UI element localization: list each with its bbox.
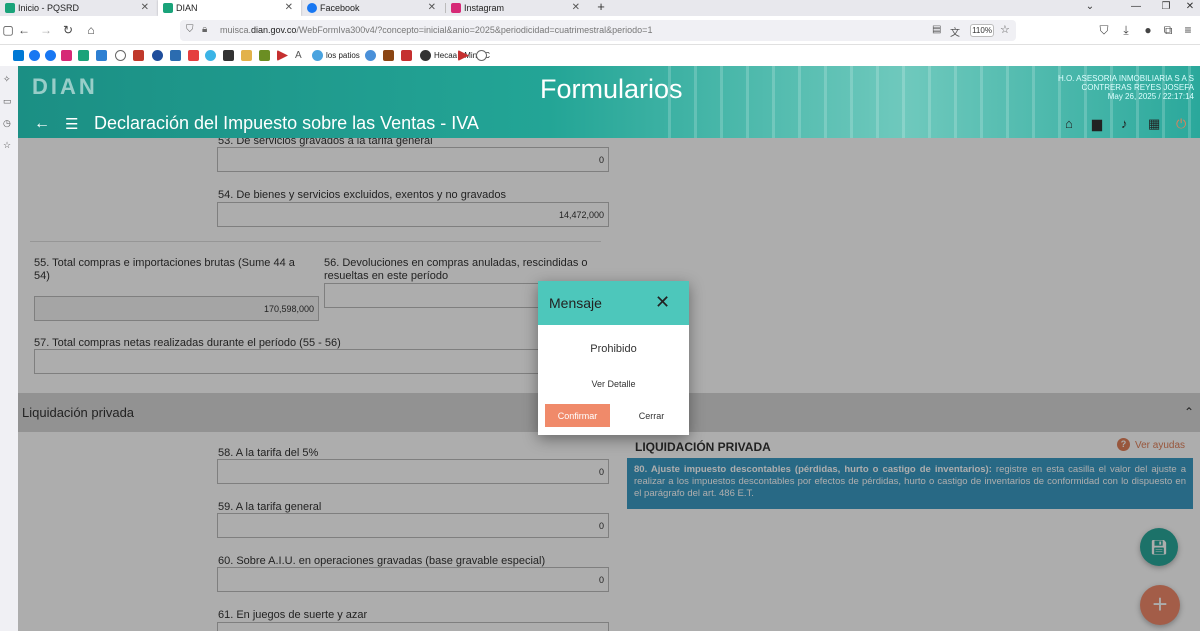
- instagram-icon: [451, 3, 461, 13]
- los-patios-icon[interactable]: [312, 50, 323, 61]
- back-arrow-icon[interactable]: ←: [34, 115, 50, 133]
- confirm-button[interactable]: Confirmar: [545, 404, 610, 427]
- bell-icon[interactable]: ♪: [1121, 116, 1128, 131]
- tab-list-chevron-icon[interactable]: ⌄: [1080, 1, 1100, 12]
- f-bookmark-icon[interactable]: [188, 50, 199, 61]
- ver-detalle-link[interactable]: Ver Detalle: [538, 379, 689, 389]
- menu-hamburger-icon[interactable]: ☰: [65, 115, 78, 133]
- outlook-bookmark-icon[interactable]: [13, 50, 24, 61]
- tab-instagram[interactable]: Instagram ✕: [446, 0, 588, 16]
- tab-dian[interactable]: DIAN ✕: [158, 0, 301, 16]
- maximize-icon[interactable]: ❐: [1156, 1, 1176, 12]
- calendar-icon[interactable]: ▦: [1148, 116, 1160, 132]
- instagram-bookmark-icon[interactable]: [61, 50, 72, 61]
- dian-bookmark-icon[interactable]: [78, 50, 89, 61]
- pocket-icon[interactable]: ⛉: [1096, 23, 1112, 38]
- tab-inicio-pqsrd[interactable]: Inicio - PQSRD ✕: [0, 0, 157, 16]
- dialog-title: Mensaje: [549, 295, 602, 311]
- zoom-level-badge[interactable]: 110%: [970, 24, 994, 37]
- app-header: DIAN Formularios H.O. ASESORIA INMOBILIA…: [18, 66, 1200, 138]
- menu-hamburger-icon[interactable]: ≡: [1180, 23, 1196, 37]
- flag-bookmark-icon[interactable]: [401, 50, 412, 61]
- facebook-bookmark-icon[interactable]: [29, 50, 40, 61]
- extensions-icon[interactable]: ⧉: [1160, 23, 1176, 38]
- bank-bookmark-icon[interactable]: [133, 50, 144, 61]
- url-text[interactable]: muisca.dian.gov.co/WebFormIva300v4/?conc…: [220, 25, 652, 35]
- close-window-icon[interactable]: ✕: [1180, 1, 1200, 12]
- seal-bookmark-icon[interactable]: [383, 50, 394, 61]
- z-bookmark-icon[interactable]: [170, 50, 181, 61]
- close-icon[interactable]: ✕: [572, 2, 580, 13]
- user-name: CONTRERAS REYES JOSEFA: [1081, 83, 1194, 92]
- bookmarks-icon[interactable]: ☆: [3, 140, 11, 151]
- bookmark-star-icon[interactable]: ☆: [1000, 23, 1010, 36]
- tabs-icon[interactable]: ▭: [3, 96, 12, 107]
- close-icon[interactable]: ✕: [141, 2, 149, 13]
- app-bookmark-icon[interactable]: [223, 50, 234, 61]
- folder-bookmark-icon[interactable]: [241, 50, 252, 61]
- close-icon[interactable]: ✕: [428, 2, 436, 13]
- sidebar-toggle-icon[interactable]: ▢: [0, 23, 16, 37]
- message-dialog: Mensaje ✕ Prohibido Ver Detalle Confirma…: [538, 281, 689, 435]
- facebook-icon: [307, 3, 317, 13]
- session-datetime: May 26, 2025 / 22:17:14: [1107, 92, 1194, 101]
- form-title: Declaración del Impuesto sobre las Venta…: [94, 113, 479, 133]
- cerrar-button[interactable]: Cerrar: [624, 404, 679, 427]
- dian-icon: [163, 3, 173, 13]
- pqsrd-icon: [5, 3, 15, 13]
- edge-bookmark-icon[interactable]: [365, 50, 376, 61]
- play-bookmark-icon[interactable]: [277, 50, 288, 61]
- history-icon[interactable]: ◷: [3, 118, 11, 129]
- bookmark-los-patios[interactable]: los patios: [326, 51, 360, 60]
- dialog-header: Mensaje ✕: [538, 281, 689, 325]
- font-bookmark-icon[interactable]: A: [295, 50, 306, 61]
- cloud-hecaa-icon[interactable]: [420, 50, 431, 61]
- browser-sidebar: ✧ ▭ ◷ ☆: [0, 66, 18, 631]
- new-tab-button[interactable]: +: [591, 0, 611, 14]
- company-name: H.O. ASESORIA INMOBILIARIA S A S: [1057, 74, 1194, 83]
- close-icon[interactable]: ✕: [655, 292, 670, 313]
- extension-icon[interactable]: ✧: [3, 74, 11, 85]
- globe-bookmark-icon[interactable]: [115, 50, 126, 61]
- account-icon[interactable]: ●: [1140, 23, 1156, 37]
- dian-logo: DIAN: [32, 74, 98, 99]
- lock-icon[interactable]: 🔒︎: [202, 24, 207, 35]
- reload-icon[interactable]: ↻: [60, 23, 76, 37]
- bookmarks-toolbar: A los patios Hecaa - MinTIC: [0, 45, 1200, 66]
- header-title: Formularios: [540, 74, 683, 104]
- home-icon[interactable]: ⌂: [83, 23, 99, 37]
- home-icon[interactable]: ⌂: [1065, 116, 1073, 131]
- power-icon[interactable]: ⏻: [1176, 116, 1186, 132]
- browser-toolbar: ▢ ← → ↻ ⌂ ⛉ 🔒︎ muisca.dian.gov.co/WebFor…: [0, 16, 1200, 45]
- folder-icon[interactable]: ▆: [1092, 116, 1102, 132]
- close-icon[interactable]: ✕: [285, 2, 293, 13]
- tab-facebook[interactable]: Facebook ✕: [302, 0, 444, 16]
- address-bar[interactable]: ⛉ 🔒︎ muisca.dian.gov.co/WebFormIva300v4/…: [180, 20, 1016, 41]
- translate-icon[interactable]: 文: [950, 24, 960, 39]
- document-bookmark-icon[interactable]: [96, 50, 107, 61]
- cloud-bookmark-icon[interactable]: [205, 50, 216, 61]
- globe-bookmark-icon[interactable]: [476, 50, 487, 61]
- download-icon[interactable]: ⤓: [1118, 23, 1134, 38]
- reader-view-icon[interactable]: ▤: [932, 24, 941, 35]
- back-arrow-icon[interactable]: ←: [16, 23, 32, 37]
- circle-bookmark-icon[interactable]: [152, 50, 163, 61]
- shield-icon[interactable]: ⛉: [186, 24, 194, 35]
- dialog-message: Prohibido: [590, 343, 637, 355]
- facebook-bookmark-icon[interactable]: [45, 50, 56, 61]
- leaf-bookmark-icon[interactable]: [259, 50, 270, 61]
- forward-arrow-icon[interactable]: →: [38, 23, 54, 37]
- browser-tab-bar: Inicio - PQSRD ✕ DIAN ✕ Facebook ✕ Insta…: [0, 0, 1200, 16]
- minimize-icon[interactable]: —: [1126, 1, 1146, 12]
